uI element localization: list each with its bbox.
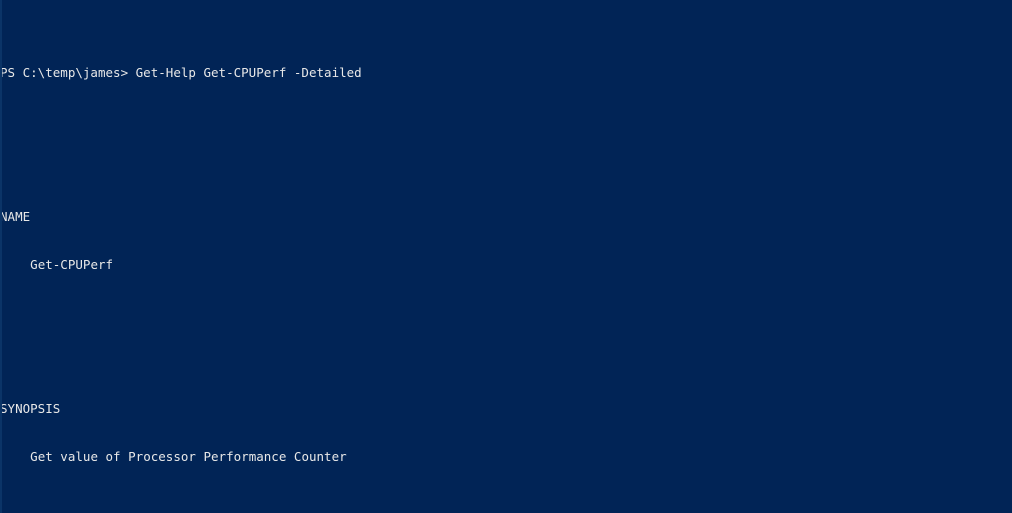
console-output-buffer[interactable]: PS C:\temp\james> Get-Help Get-CPUPerf -… bbox=[0, 0, 1012, 513]
powershell-console-window[interactable]: PS C:\temp\james> Get-Help Get-CPUPerf -… bbox=[0, 0, 1012, 513]
heading-synopsis: SYNOPSIS bbox=[0, 401, 61, 416]
heading-name: NAME bbox=[0, 209, 31, 224]
synopsis-value: Get value of Processor Performance Count… bbox=[0, 449, 1012, 465]
name-value: Get-CPUPerf bbox=[0, 257, 1012, 273]
prompt-line: PS C:\temp\james> Get-Help Get-CPUPerf -… bbox=[0, 65, 362, 80]
console-left-edge bbox=[0, 0, 2, 513]
